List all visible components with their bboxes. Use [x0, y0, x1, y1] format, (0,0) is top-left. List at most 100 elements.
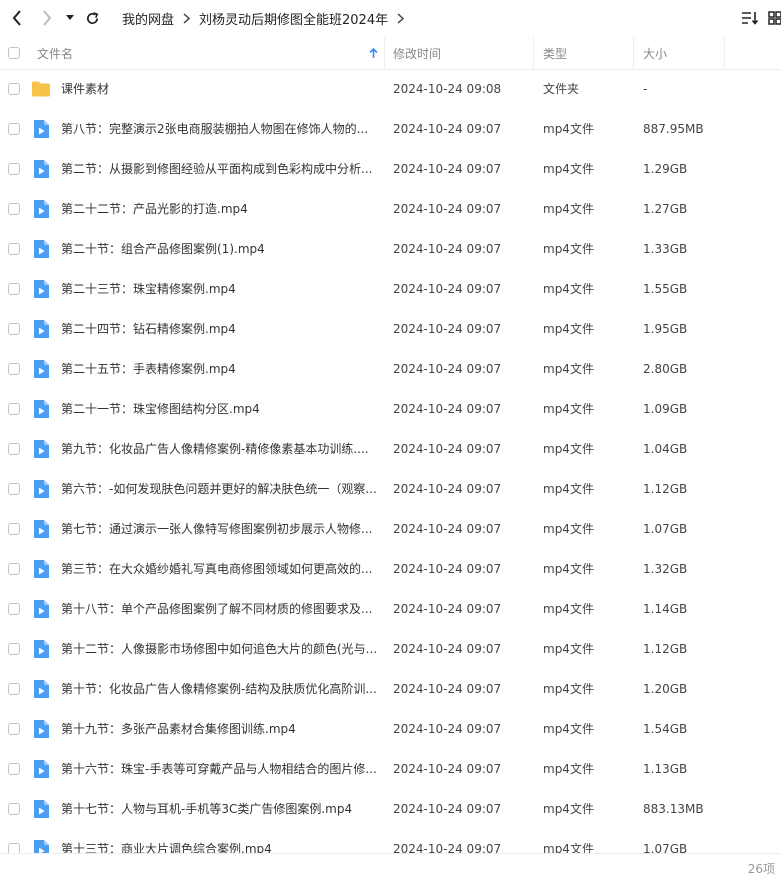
breadcrumb-item-current-folder[interactable]: 刘杨灵动后期修图全能班2024年 [199, 9, 388, 28]
video-file-icon [31, 759, 51, 779]
file-modified: 2024-10-24 09:07 [393, 802, 502, 816]
table-row[interactable]: 第二十三节：珠宝精修案例.mp4 2024-10-24 09:07 mp4文件 1.5… [0, 269, 781, 309]
file-type: mp4文件 [543, 202, 594, 216]
video-file-icon [31, 199, 51, 219]
video-file-icon [31, 559, 51, 579]
row-checkbox[interactable] [8, 163, 20, 175]
file-modified: 2024-10-24 09:07 [393, 482, 502, 496]
row-checkbox[interactable] [8, 563, 20, 575]
table-row[interactable]: 第十六节：珠宝-手表等可穿戴产品与人物相结合的图片修... 2024-10-24 … [0, 749, 781, 789]
row-checkbox[interactable] [8, 723, 20, 735]
row-checkbox[interactable] [8, 243, 20, 255]
table-row[interactable]: 第八节：完整演示2张电商服装棚拍人物图在修饰人物的... 2024-10-24 0… [0, 109, 781, 149]
refresh-icon[interactable] [82, 6, 102, 30]
row-checkbox[interactable] [8, 403, 20, 415]
row-checkbox[interactable] [8, 83, 20, 95]
table-row[interactable]: 第九节：化妆品广告人像精修案例-精修像素基本功训练.... 2024-10-24 … [0, 429, 781, 469]
sort-ascending-icon[interactable] [369, 37, 378, 69]
file-type: 文件夹 [543, 82, 580, 96]
back-icon[interactable] [6, 6, 28, 30]
column-divider[interactable] [633, 37, 634, 69]
column-header-type[interactable]: 类型 [543, 37, 567, 69]
file-size: 1.27GB [643, 202, 688, 216]
file-name: 第八节：完整演示2张电商服装棚拍人物图在修饰人物的... [61, 122, 369, 136]
file-size: 1.12GB [643, 482, 688, 496]
row-checkbox[interactable] [8, 483, 20, 495]
video-file-icon [31, 399, 51, 419]
table-row[interactable]: 第二十四节：钻石精修案例.mp4 2024-10-24 09:07 mp4文件 1.9… [0, 309, 781, 349]
row-checkbox[interactable] [8, 803, 20, 815]
row-checkbox[interactable] [8, 323, 20, 335]
file-type: mp4文件 [543, 682, 594, 696]
sort-order-icon[interactable] [740, 6, 760, 30]
row-checkbox[interactable] [8, 763, 20, 775]
file-type: mp4文件 [543, 282, 594, 296]
video-file-icon [31, 119, 51, 139]
file-size: 1.55GB [643, 282, 688, 296]
column-divider[interactable] [384, 37, 385, 69]
file-size: 1.09GB [643, 402, 688, 416]
table-row[interactable]: 第二十节：组合产品修图案例(1).mp4 2024-10-24 09:07 mp4文… [0, 229, 781, 269]
column-header-modified[interactable]: 修改时间 [393, 37, 441, 69]
row-checkbox[interactable] [8, 443, 20, 455]
breadcrumb-item-my-drive[interactable]: 我的网盘 [122, 9, 174, 28]
row-checkbox[interactable] [8, 123, 20, 135]
file-list-header: 文件名 修改时间 类型 大小 [0, 37, 781, 70]
row-checkbox[interactable] [8, 523, 20, 535]
file-size: 1.14GB [643, 602, 688, 616]
video-file-icon [31, 839, 51, 853]
video-file-icon [31, 799, 51, 819]
table-row[interactable]: 第十九节：多张产品素材合集修图训练.mp4 2024-10-24 09:07 mp4… [0, 709, 781, 749]
file-modified: 2024-10-24 09:07 [393, 162, 502, 176]
table-row[interactable]: 第二十一节：珠宝修图结构分区.mp4 2024-10-24 09:07 mp4文件 1… [0, 389, 781, 429]
file-name: 第十节：化妆品广告人像精修案例-结构及肤质优化高阶训... [61, 682, 377, 696]
file-type: mp4文件 [543, 322, 594, 336]
column-header-name[interactable]: 文件名 [37, 37, 73, 69]
forward-icon[interactable] [36, 6, 58, 30]
file-type: mp4文件 [543, 522, 594, 536]
column-divider[interactable] [724, 37, 725, 69]
file-type: mp4文件 [543, 802, 594, 816]
history-dropdown-icon[interactable] [63, 6, 77, 30]
table-row[interactable]: 第十三节：商业大片调色综合案例.mp4 2024-10-24 09:07 mp4文件… [0, 829, 781, 853]
file-name: 第二十五节：手表精修案例.mp4 [61, 362, 236, 376]
table-row[interactable]: 第十二节：人像摄影市场修图中如何追色大片的颜色(光与... 2024-10-24 … [0, 629, 781, 669]
table-row[interactable]: 第三节：在大众婚纱婚礼写真电商修图领域如何更高效的... 2024-10-24 0… [0, 549, 781, 589]
select-all-checkbox[interactable] [8, 47, 20, 59]
file-type: mp4文件 [543, 482, 594, 496]
file-modified: 2024-10-24 09:07 [393, 722, 502, 736]
file-modified: 2024-10-24 09:07 [393, 362, 502, 376]
table-row[interactable]: 第二十五节：手表精修案例.mp4 2024-10-24 09:07 mp4文件 2.8… [0, 349, 781, 389]
table-row[interactable]: 第七节：通过演示一张人像特写修图案例初步展示人物修... 2024-10-24 0… [0, 509, 781, 549]
file-modified: 2024-10-24 09:07 [393, 282, 502, 296]
table-row[interactable]: 第十八节：单个产品修图案例了解不同材质的修图要求及... 2024-10-24 0… [0, 589, 781, 629]
video-file-icon [31, 599, 51, 619]
file-name: 第十三节：商业大片调色综合案例.mp4 [61, 842, 272, 853]
table-row[interactable]: 第十节：化妆品广告人像精修案例-结构及肤质优化高阶训... 2024-10-24 … [0, 669, 781, 709]
row-checkbox[interactable] [8, 843, 20, 853]
file-modified: 2024-10-24 09:07 [393, 322, 502, 336]
table-row[interactable]: 第二节：从摄影到修图经验从平面构成到色彩构成中分析... 2024-10-24 0… [0, 149, 781, 189]
table-row[interactable]: 第二十二节：产品光影的打造.mp4 2024-10-24 09:07 mp4文件 1.… [0, 189, 781, 229]
file-modified: 2024-10-24 09:07 [393, 202, 502, 216]
row-checkbox[interactable] [8, 363, 20, 375]
row-checkbox[interactable] [8, 643, 20, 655]
file-modified: 2024-10-24 09:07 [393, 602, 502, 616]
video-file-icon [31, 159, 51, 179]
file-size: 883.13MB [643, 802, 704, 816]
table-row[interactable]: 第六节：-如何发现肤色问题并更好的解决肤色统一（观察... 2024-10-24 … [0, 469, 781, 509]
column-divider[interactable] [533, 37, 534, 69]
row-checkbox[interactable] [8, 203, 20, 215]
row-checkbox[interactable] [8, 683, 20, 695]
view-mode-icon[interactable] [768, 6, 781, 30]
table-row[interactable]: 课件素材 2024-10-24 09:08 文件夹 - [0, 69, 781, 109]
table-row[interactable]: 第十七节：人物与耳机-手机等3C类广告修图案例.mp4 2024-10-24 09… [0, 789, 781, 829]
file-name: 第十七节：人物与耳机-手机等3C类广告修图案例.mp4 [61, 802, 353, 816]
row-checkbox[interactable] [8, 283, 20, 295]
file-size: 1.29GB [643, 162, 688, 176]
file-modified: 2024-10-24 09:07 [393, 562, 502, 576]
file-name: 第二十节：组合产品修图案例(1).mp4 [61, 242, 265, 256]
column-header-size[interactable]: 大小 [643, 37, 667, 69]
file-modified: 2024-10-24 09:07 [393, 762, 502, 776]
row-checkbox[interactable] [8, 603, 20, 615]
